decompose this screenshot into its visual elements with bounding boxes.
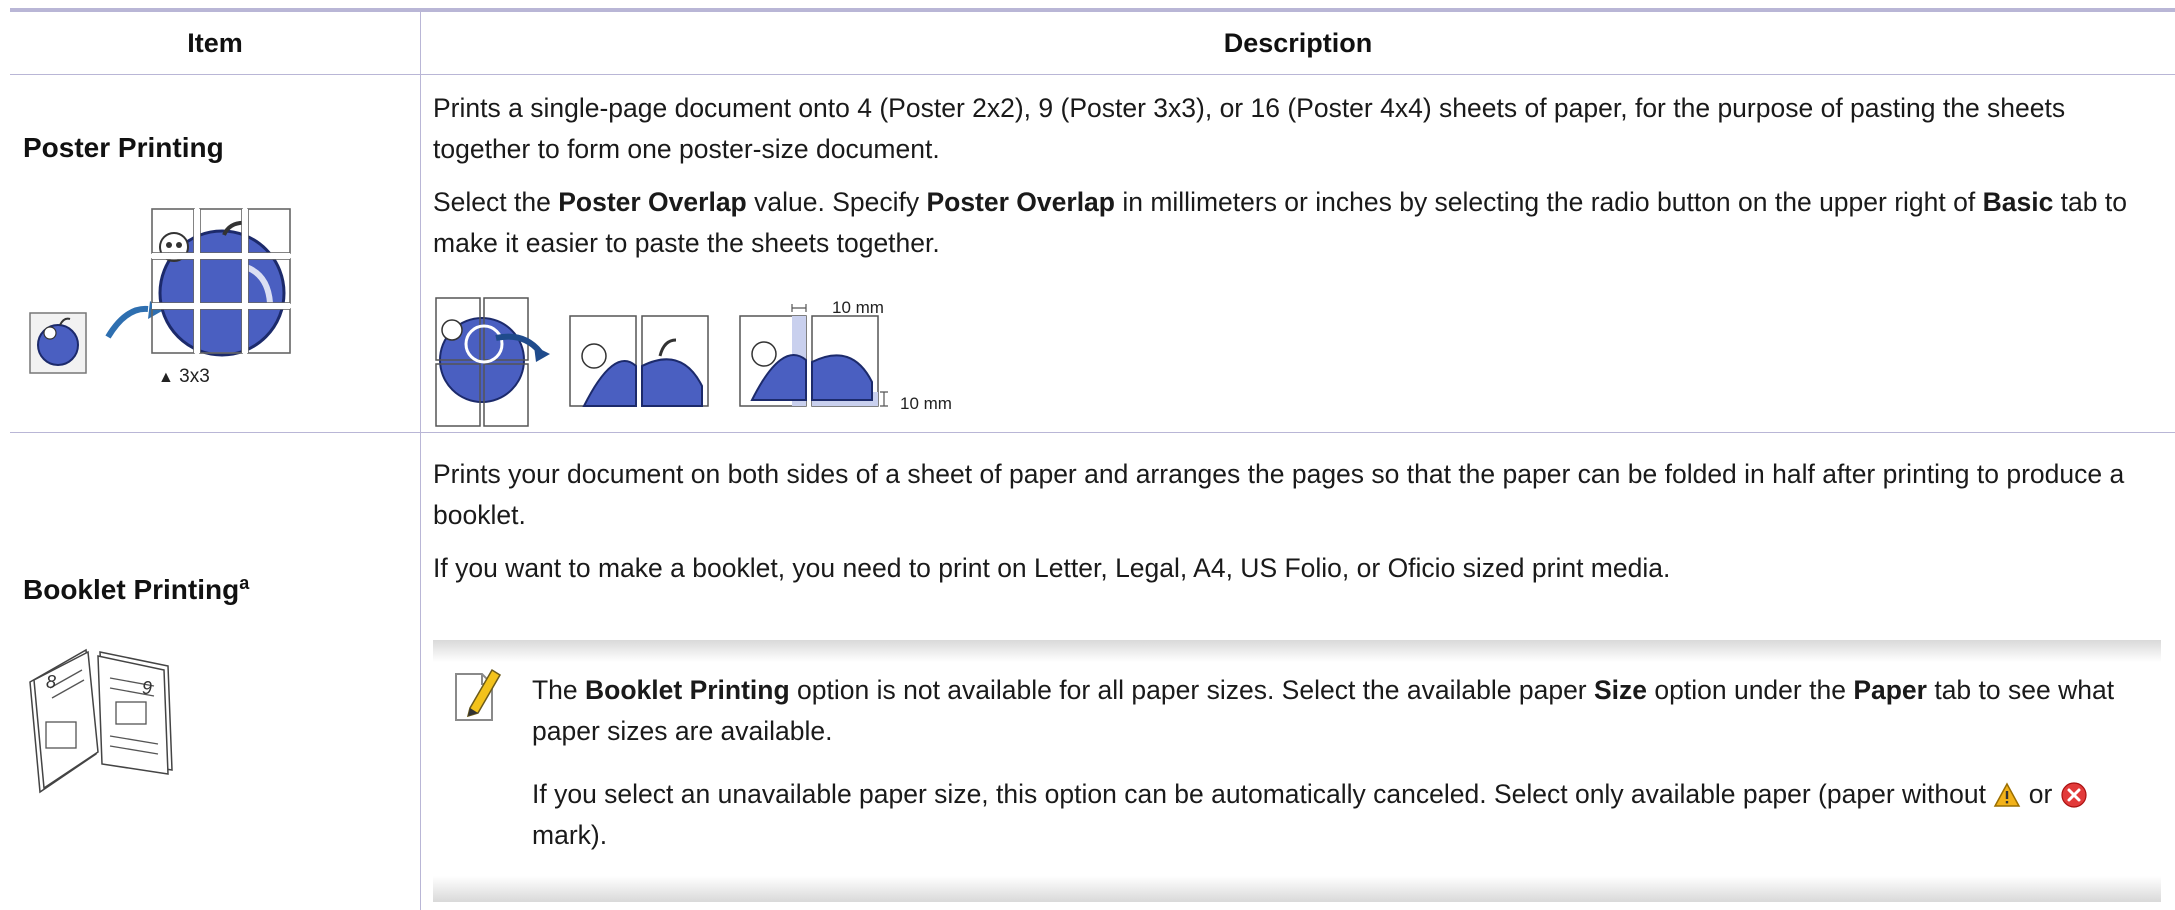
booklet-page-left: 8 <box>46 672 57 692</box>
note-paragraph-1: The Booklet Printing option is not avail… <box>532 675 2115 746</box>
poster-paragraph-1: Prints a single-page document onto 4 (Po… <box>433 93 2066 164</box>
overlap-bottom-label: 10 mm <box>900 394 952 413</box>
column-header-item: Item <box>187 27 243 58</box>
poster-printing-label: Poster Printing <box>23 132 224 163</box>
caption-triangle: ▲ <box>158 369 174 386</box>
booklet-printing-label: Booklet Printinga <box>23 573 250 605</box>
pencil-note-icon <box>455 668 502 721</box>
error-x-icon <box>2061 782 2087 808</box>
caption-text: 3x3 <box>179 366 210 387</box>
warning-triangle-icon <box>1994 782 2021 807</box>
poster-paragraph-2: Select the Poster Overlap value. Specify… <box>433 187 2127 258</box>
booklet-icon: 8 9 <box>24 642 176 794</box>
poster-overlap-diagram <box>435 297 888 427</box>
booklet-page-right: 9 <box>142 678 153 698</box>
poster-description: Prints a single-page document onto 4 (Po… <box>433 88 2158 264</box>
booklet-paragraph-1: Prints your document on both sides of a … <box>433 459 2125 530</box>
column-header-description: Description <box>1223 27 1373 58</box>
note-paragraph-2: If you select an unavailable paper size,… <box>532 774 2152 856</box>
booklet-paragraph-2: If you want to make a booklet, you need … <box>433 553 1671 583</box>
overlap-top-label: 10 mm <box>832 298 884 317</box>
row-divider <box>10 432 2175 433</box>
header-divider <box>10 74 2175 75</box>
column-divider <box>420 12 421 910</box>
poster-apple-icon <box>29 208 291 374</box>
footnote-marker: a <box>239 573 250 594</box>
poster-caption: ▲ 3x3 <box>158 366 210 388</box>
booklet-description: Prints your document on both sides of a … <box>433 454 2158 589</box>
